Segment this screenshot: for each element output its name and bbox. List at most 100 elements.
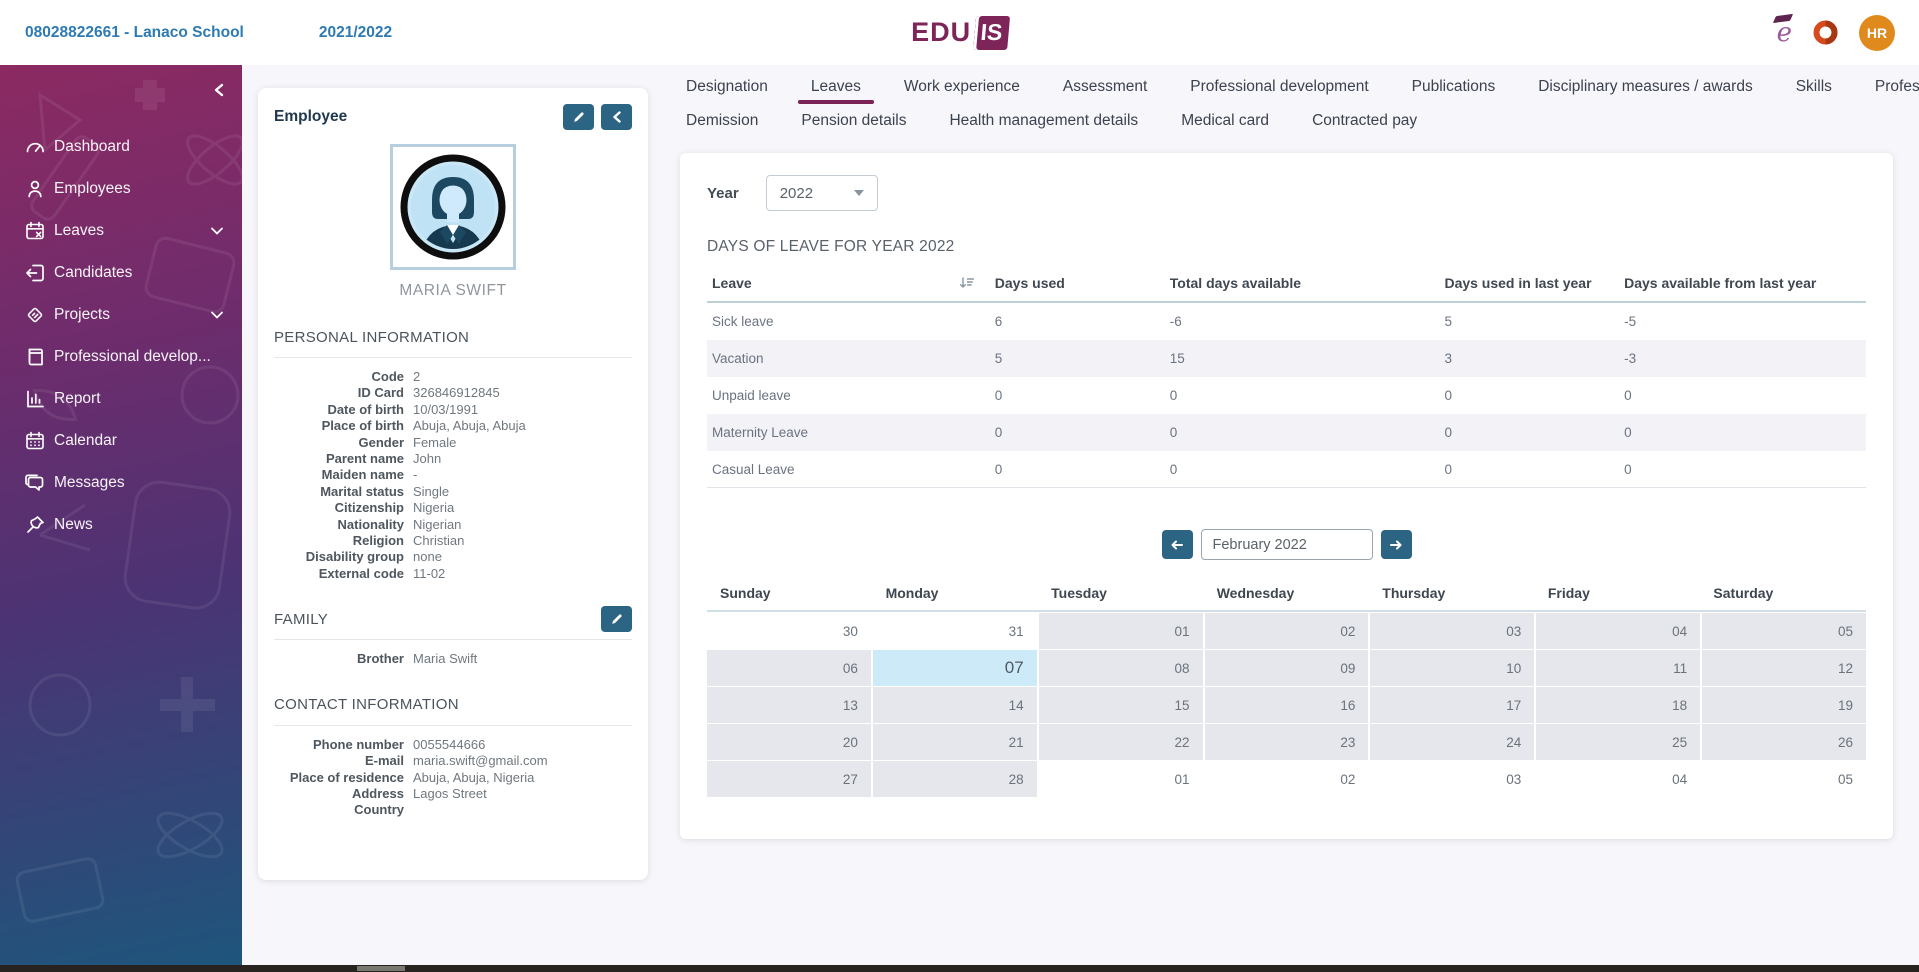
sidebar-item-calendar[interactable]: Calendar [0, 420, 242, 462]
calendar-day-cell[interactable]: 26 [1702, 724, 1866, 760]
calendar-day-cell[interactable]: 27 [707, 761, 871, 797]
chevron-down-icon [210, 310, 224, 320]
info-row: Brother Maria Swift [274, 651, 632, 667]
tab[interactable]: Medical card [1175, 111, 1275, 138]
calendar-day-cell[interactable]: 18 [1536, 687, 1700, 723]
calendar-day-cell[interactable]: 28 [873, 761, 1037, 797]
calendar-day-cell[interactable]: 17 [1370, 687, 1534, 723]
dashboard-icon [24, 136, 46, 158]
sidebar-item-projects[interactable]: Projects [0, 294, 242, 336]
tab[interactable]: Disciplinary measures / awards [1532, 77, 1759, 104]
info-label: Religion [274, 533, 404, 549]
employee-card-title: Employee [274, 104, 347, 126]
tab[interactable]: Professional development [1184, 77, 1374, 104]
user-avatar[interactable]: HR [1859, 15, 1895, 51]
tab[interactable]: Pension details [795, 111, 912, 138]
tab[interactable]: Health management details [943, 111, 1144, 138]
calendar-day-cell[interactable]: 01 [1039, 761, 1203, 797]
calendar-day-cell[interactable]: 03 [1370, 761, 1534, 797]
sidebar: Dashboard Employees Leaves Candidates Pr… [0, 65, 242, 972]
calendar-day-cell[interactable]: 16 [1205, 687, 1369, 723]
day-of-week-header: Saturday [1700, 581, 1866, 610]
tab[interactable]: Leaves [805, 77, 867, 104]
edit-family-button[interactable] [601, 606, 632, 632]
calendar-day-cell[interactable]: 09 [1205, 650, 1369, 686]
previous-month-button[interactable] [1162, 530, 1193, 559]
calendar-day-cell[interactable]: 15 [1039, 687, 1203, 723]
calendar-day-cell[interactable]: 24 [1370, 724, 1534, 760]
tab[interactable]: Demission [680, 111, 764, 138]
tab[interactable]: Work experience [898, 77, 1026, 104]
year-label: Year [707, 185, 739, 202]
calendar-day-cell[interactable]: 11 [1536, 650, 1700, 686]
info-row: Place of birth Abuja, Abuja, Abuja [274, 418, 632, 434]
calendar-day-cell[interactable]: 19 [1702, 687, 1866, 723]
calendar-day-cell[interactable]: 05 [1702, 761, 1866, 797]
employee-name: MARIA SWIFT [274, 282, 632, 300]
sidebar-item-messages[interactable]: Messages [0, 462, 242, 504]
calendar-day-cell[interactable]: 07 [873, 650, 1037, 686]
calendar-day-cell[interactable]: 03 [1370, 613, 1534, 649]
calendar-day-cell[interactable]: 01 [1039, 613, 1203, 649]
tab[interactable]: Assessment [1057, 77, 1153, 104]
calendar-day-cell[interactable]: 30 [707, 613, 871, 649]
calendar-day-cell[interactable]: 23 [1205, 724, 1369, 760]
info-value: Christian [413, 533, 632, 549]
info-label: Gender [274, 435, 404, 451]
sort-descending-icon[interactable] [959, 276, 974, 290]
info-row: Gender Female [274, 435, 632, 451]
sidebar-item-dashboard[interactable]: Dashboard [0, 126, 242, 168]
scrollbar-thumb[interactable] [357, 966, 405, 971]
info-row: Parent name John [274, 451, 632, 467]
edit-employee-button[interactable] [563, 104, 594, 130]
info-row: Disability group none [274, 549, 632, 565]
logo-badge: IS [973, 16, 1010, 50]
sidebar-item-leaves[interactable]: Leaves [0, 210, 242, 252]
calendar-day-cell[interactable]: 10 [1370, 650, 1534, 686]
year-select[interactable]: 2022 [766, 175, 878, 211]
calendar-day-cell[interactable]: 06 [707, 650, 871, 686]
next-month-button[interactable] [1381, 530, 1412, 559]
calendar-day-cell[interactable]: 04 [1536, 761, 1700, 797]
graduation-logo-icon[interactable]: e [1777, 20, 1792, 46]
office-icon[interactable] [1812, 19, 1839, 46]
calendar-day-headers: Sunday Monday Tuesday Wednesday Thursday… [707, 581, 1866, 610]
calendar-day-cell[interactable]: 12 [1702, 650, 1866, 686]
calendar-day-cell[interactable]: 14 [873, 687, 1037, 723]
calendar-day-cell[interactable]: 08 [1039, 650, 1203, 686]
tab[interactable]: Contracted pay [1306, 111, 1423, 138]
calendar-day-cell[interactable]: 02 [1205, 613, 1369, 649]
calendar-day-cell[interactable]: 13 [707, 687, 871, 723]
sidebar-collapse-button[interactable] [208, 79, 230, 101]
sidebar-item-label: Dashboard [54, 138, 130, 156]
calendar-day-cell[interactable]: 25 [1536, 724, 1700, 760]
news-icon [24, 514, 46, 536]
calendar-day-cell[interactable]: 02 [1205, 761, 1369, 797]
sidebar-item-report[interactable]: Report [0, 378, 242, 420]
sidebar-item-employees[interactable]: Employees [0, 168, 242, 210]
cell-days-used-last-year: 5 [1439, 314, 1619, 329]
sidebar-item-candidates[interactable]: Candidates [0, 252, 242, 294]
info-label: Maiden name [274, 467, 404, 483]
info-label: Citizenship [274, 500, 404, 516]
sidebar-item-professional-development[interactable]: Professional develop... [0, 336, 242, 378]
calendar-day-cell[interactable]: 05 [1702, 613, 1866, 649]
sidebar-item-label: Messages [54, 474, 125, 492]
horizontal-scrollbar[interactable] [0, 965, 1919, 972]
personal-information-title: PERSONAL INFORMATION [274, 329, 469, 346]
back-button[interactable] [601, 104, 632, 130]
info-row: Country [274, 802, 632, 818]
calendar-day-cell[interactable]: 21 [873, 724, 1037, 760]
calendar-day-cell[interactable]: 22 [1039, 724, 1203, 760]
calendar-day-cell[interactable]: 31 [873, 613, 1037, 649]
month-input[interactable] [1201, 529, 1373, 560]
family-title: FAMILY [274, 611, 328, 628]
info-value: Female [413, 435, 632, 451]
calendar-day-cell[interactable]: 20 [707, 724, 871, 760]
sidebar-item-news[interactable]: News [0, 504, 242, 546]
tab[interactable]: Professions [1869, 77, 1919, 104]
tab[interactable]: Publications [1406, 77, 1502, 104]
tab[interactable]: Designation [680, 77, 774, 104]
calendar-day-cell[interactable]: 04 [1536, 613, 1700, 649]
tab[interactable]: Skills [1790, 77, 1838, 104]
